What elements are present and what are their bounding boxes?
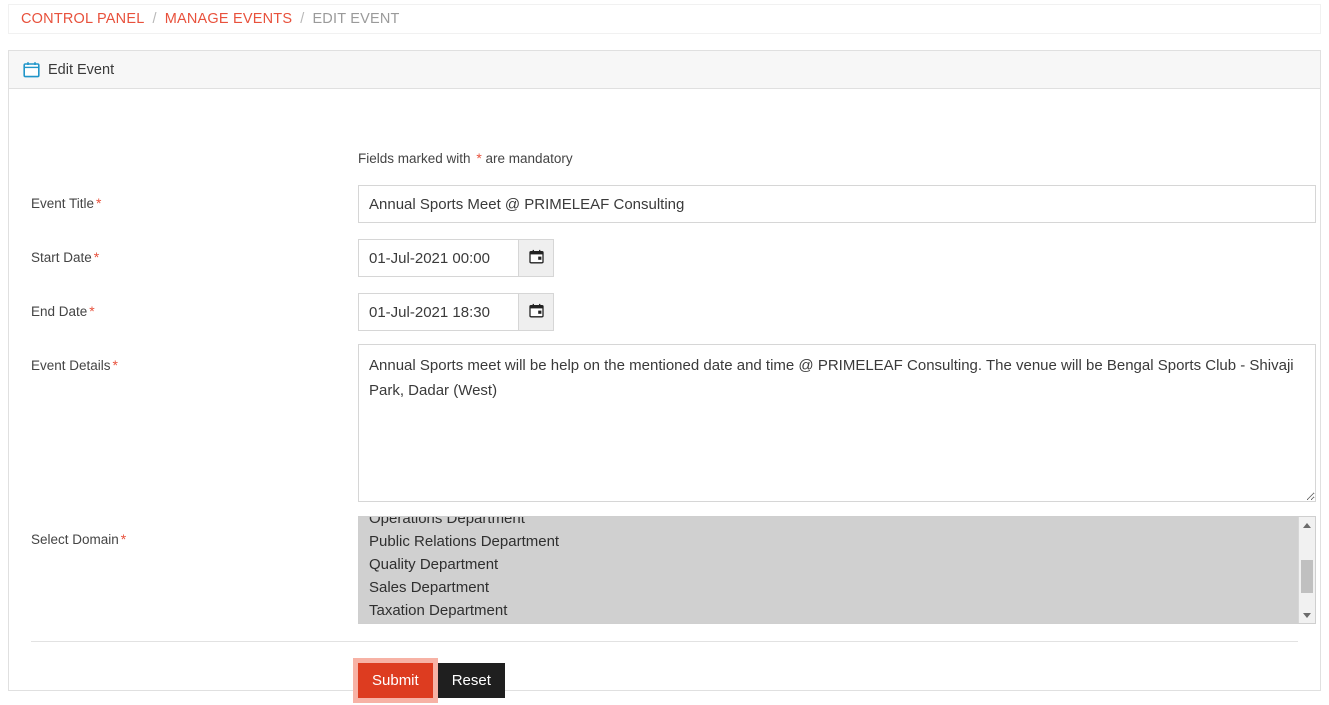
breadcrumb-item-edit-event: EDIT EVENT <box>312 11 400 27</box>
event-details-textarea[interactable]: Annual Sports meet will be help on the m… <box>358 344 1316 502</box>
select-domain-option[interactable]: Quality Department <box>369 553 1298 576</box>
select-domain-options[interactable]: Operations Department Public Relations De… <box>359 517 1298 623</box>
breadcrumb-separator: / <box>152 11 157 27</box>
mandatory-note-star: * <box>476 150 482 166</box>
submit-button[interactable]: Submit <box>353 658 438 703</box>
form-actions: Submit Reset <box>353 658 505 703</box>
required-marker: * <box>120 531 127 547</box>
start-date-input[interactable] <box>358 239 518 277</box>
label-event-title-text: Event Title <box>31 196 95 211</box>
end-date-calendar-button[interactable] <box>518 293 554 331</box>
label-event-details-text: Event Details <box>31 358 111 373</box>
event-title-input[interactable] <box>358 185 1316 223</box>
label-event-title: Event Title * <box>31 195 101 211</box>
end-date-input[interactable] <box>358 293 518 331</box>
scroll-up-arrow-icon[interactable] <box>1299 517 1315 533</box>
footer-divider <box>31 641 1298 642</box>
calendar-icon <box>528 249 544 267</box>
breadcrumb-item-manage-events[interactable]: MANAGE EVENTS <box>165 11 293 27</box>
page-title: Edit Event <box>48 61 115 78</box>
select-domain-option[interactable]: Taxation Department <box>369 599 1298 622</box>
required-marker: * <box>96 195 102 211</box>
start-date-input-group <box>358 239 554 277</box>
label-start-date: Start Date * <box>31 249 99 265</box>
select-domain-option[interactable]: Sales Department <box>369 576 1298 599</box>
start-date-calendar-button[interactable] <box>518 239 554 277</box>
scrollbar-thumb[interactable] <box>1301 560 1313 593</box>
label-event-details: Event Details * <box>31 357 118 373</box>
calendar-icon <box>528 303 544 321</box>
label-end-date: End Date * <box>31 303 95 319</box>
select-domain-listbox[interactable]: Operations Department Public Relations De… <box>358 516 1316 624</box>
form-body: Fields marked with * are mandatory Event… <box>9 89 1320 703</box>
label-end-date-text: End Date <box>31 304 88 319</box>
end-date-input-group <box>358 293 554 331</box>
calendar-icon <box>23 61 40 78</box>
breadcrumb: CONTROL PANEL / MANAGE EVENTS / EDIT EVE… <box>8 4 1321 34</box>
scroll-down-arrow-icon[interactable] <box>1299 607 1315 623</box>
mandatory-fields-note: Fields marked with * are mandatory <box>358 150 573 166</box>
required-marker: * <box>112 357 118 373</box>
required-marker: * <box>93 249 100 265</box>
required-marker: * <box>89 303 95 319</box>
select-domain-scrollbar[interactable] <box>1298 517 1315 623</box>
label-select-domain: Select Domain * <box>31 531 126 547</box>
reset-button[interactable]: Reset <box>437 663 505 698</box>
edit-event-panel: Edit Event Fields marked with * are mand… <box>8 50 1321 703</box>
mandatory-note-suffix: are mandatory <box>485 151 573 166</box>
label-start-date-text: Start Date <box>31 250 92 265</box>
panel-header: Edit Event <box>9 51 1320 89</box>
select-domain-option[interactable]: Public Relations Department <box>369 530 1298 553</box>
mandatory-note-prefix: Fields marked with <box>358 151 471 166</box>
select-domain-option[interactable]: Operations Department <box>369 517 1298 530</box>
breadcrumb-separator: / <box>300 11 305 27</box>
breadcrumb-item-control-panel[interactable]: CONTROL PANEL <box>21 11 144 27</box>
label-select-domain-text: Select Domain <box>31 532 119 547</box>
